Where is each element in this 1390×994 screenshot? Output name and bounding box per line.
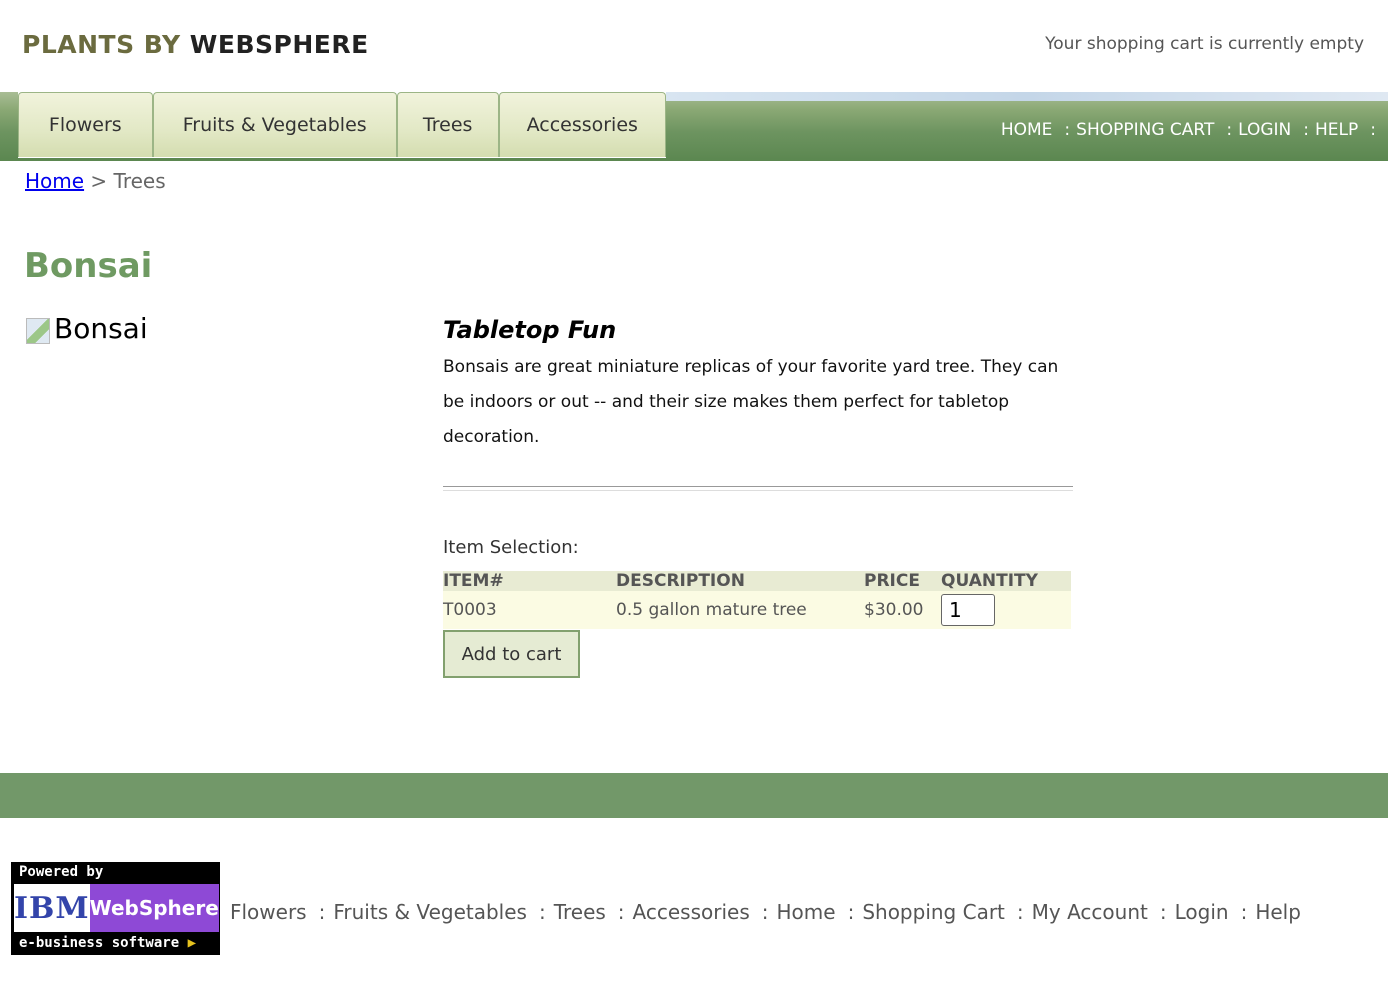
footer-link-help[interactable]: Help bbox=[1255, 900, 1301, 924]
breadcrumb-home-link[interactable]: Home bbox=[25, 169, 84, 193]
breadcrumb-current: Trees bbox=[113, 169, 166, 193]
column-header-quantity: QUANTITY bbox=[941, 571, 1071, 591]
footer-separator: : bbox=[1159, 900, 1167, 924]
item-number: T0003 bbox=[443, 591, 616, 629]
footer-separator: : bbox=[617, 900, 625, 924]
quantity-input[interactable] bbox=[941, 594, 995, 626]
product-tagline: Tabletop Fun bbox=[443, 316, 617, 344]
product-description: Bonsais are great miniature replicas of … bbox=[443, 357, 1059, 447]
top-nav-home-link[interactable]: HOME bbox=[1001, 120, 1053, 140]
breadcrumb-separator: > bbox=[90, 169, 108, 193]
top-nav-separator: : bbox=[1064, 120, 1071, 140]
badge-tagline-row: e-business software ▶ bbox=[19, 935, 196, 951]
footer-separator: : bbox=[847, 900, 855, 924]
footer-link-my-account[interactable]: My Account bbox=[1032, 900, 1148, 924]
footer-separator: : bbox=[538, 900, 546, 924]
item-selection-label: Item Selection: bbox=[443, 537, 579, 558]
column-header-price: PRICE bbox=[864, 571, 941, 591]
product-image-alt-text: Bonsai bbox=[54, 312, 148, 345]
breadcrumb: Home > Trees bbox=[25, 169, 166, 193]
badge-tagline: e-business software bbox=[19, 935, 180, 951]
top-nav-separator: : bbox=[1303, 120, 1310, 140]
top-nav-shopping-cart-link[interactable]: SHOPPING CART bbox=[1076, 120, 1214, 140]
nav-bar-top-strip bbox=[666, 92, 1388, 101]
tab-flowers[interactable]: Flowers bbox=[18, 92, 153, 157]
footer-link-flowers[interactable]: Flowers bbox=[230, 900, 307, 924]
tab-trees[interactable]: Trees bbox=[396, 92, 499, 157]
product-image: Bonsai bbox=[24, 312, 148, 345]
divider bbox=[443, 486, 1073, 491]
footer-separator: : bbox=[761, 900, 769, 924]
item-quantity-cell bbox=[941, 591, 1071, 629]
logo-text-websphere: WEBSPHERE bbox=[189, 30, 369, 59]
footer-separator: : bbox=[1016, 900, 1024, 924]
column-header-item: ITEM# bbox=[443, 571, 616, 591]
footer-bar bbox=[0, 773, 1388, 818]
footer-nav: Flowers: Fruits & Vegetables: Trees: Access… bbox=[230, 900, 1301, 924]
powered-by-websphere-badge[interactable]: Powered by IBM WebSphere e-business soft… bbox=[11, 862, 220, 955]
ibm-logo: IBM bbox=[14, 884, 90, 932]
product-description-block: Tabletop Fun Bonsais are great miniature… bbox=[443, 316, 1073, 455]
logo-text-plants-by: PLANTS BY bbox=[22, 30, 181, 59]
site-logo[interactable]: PLANTS BY WEBSPHERE bbox=[22, 30, 369, 59]
footer-link-fruits-vegetables[interactable]: Fruits & Vegetables bbox=[333, 900, 527, 924]
websphere-logo: WebSphere bbox=[89, 884, 219, 932]
item-price: $30.00 bbox=[864, 591, 941, 629]
top-nav-help-link[interactable]: HELP bbox=[1315, 120, 1358, 140]
badge-logo-row: IBM WebSphere bbox=[14, 884, 219, 932]
arrow-right-icon: ▶ bbox=[187, 935, 197, 951]
footer-link-shopping-cart[interactable]: Shopping Cart bbox=[862, 900, 1005, 924]
top-nav-separator: : bbox=[1370, 120, 1376, 140]
table-header-row: ITEM# DESCRIPTION PRICE QUANTITY bbox=[443, 571, 1071, 591]
add-to-cart-button[interactable]: Add to cart bbox=[443, 630, 580, 678]
top-nav: HOME: SHOPPING CART: LOGIN: HELP: bbox=[1001, 120, 1382, 140]
broken-image-icon bbox=[24, 314, 52, 344]
footer-link-trees[interactable]: Trees bbox=[554, 900, 606, 924]
page-title: Bonsai bbox=[24, 246, 153, 286]
top-nav-separator: : bbox=[1226, 120, 1233, 140]
tab-accessories[interactable]: Accessories bbox=[498, 92, 666, 157]
footer-link-accessories[interactable]: Accessories bbox=[633, 900, 750, 924]
footer-separator: : bbox=[1240, 900, 1248, 924]
tab-fruits-vegetables[interactable]: Fruits & Vegetables bbox=[152, 92, 397, 157]
column-header-description: DESCRIPTION bbox=[616, 571, 864, 591]
top-nav-login-link[interactable]: LOGIN bbox=[1238, 120, 1291, 140]
item-selection-table: ITEM# DESCRIPTION PRICE QUANTITY T0003 0… bbox=[443, 571, 1071, 629]
footer-separator: : bbox=[318, 900, 326, 924]
table-row: T0003 0.5 gallon mature tree $30.00 bbox=[443, 591, 1071, 629]
category-tabs: Flowers Fruits & Vegetables Trees Access… bbox=[18, 92, 666, 158]
footer-link-home[interactable]: Home bbox=[777, 900, 836, 924]
cart-status: Your shopping cart is currently empty bbox=[1045, 34, 1364, 54]
badge-powered-by: Powered by bbox=[19, 864, 104, 880]
item-description: 0.5 gallon mature tree bbox=[616, 591, 864, 629]
footer-link-login[interactable]: Login bbox=[1175, 900, 1229, 924]
